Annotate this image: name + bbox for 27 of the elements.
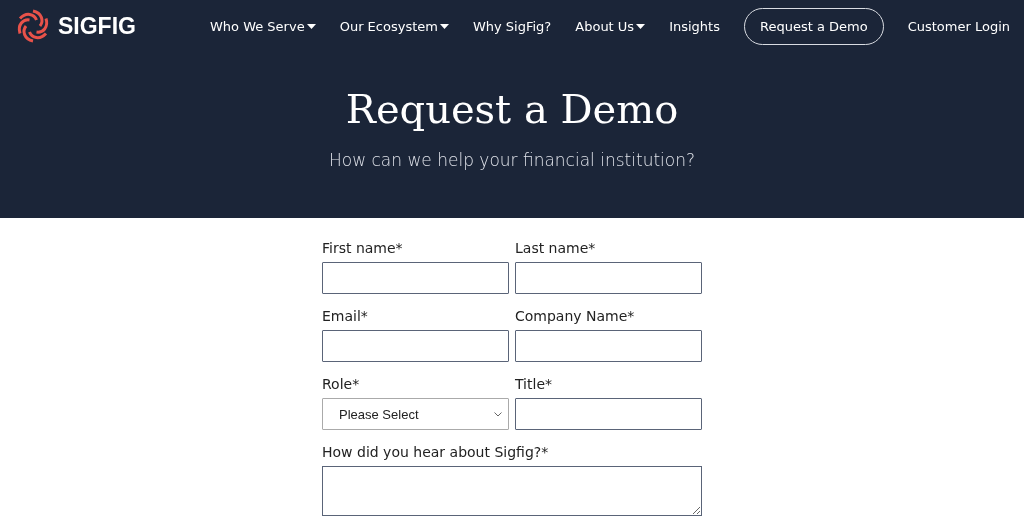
- field-label: Email*: [322, 308, 369, 324]
- field-label: Role*: [322, 376, 361, 392]
- page-title: Request a Demo: [345, 86, 679, 132]
- page-subtitle: How can we help your financial institution?: [328, 150, 695, 170]
- field-label: Last name*: [515, 240, 597, 256]
- caret-icon: [439, 23, 449, 29]
- nav-link[interactable]: Customer Login: [907, 18, 1010, 34]
- nav-link[interactable]: Why SigFig?: [472, 18, 552, 34]
- field-label: First name*: [322, 240, 404, 256]
- nav-menu[interactable]: Who We Serve: [209, 18, 316, 34]
- field-label: How did you hear about Sigfig?*: [322, 444, 550, 460]
- text-field[interactable]: [515, 330, 702, 362]
- text-field[interactable]: [322, 330, 509, 362]
- field-label: Company Name*: [515, 308, 636, 324]
- caret-icon: [306, 23, 316, 29]
- nav-menu[interactable]: About Us: [575, 18, 646, 34]
- chevron-icon: [494, 411, 502, 417]
- field-label: Title*: [515, 376, 553, 392]
- text-field[interactable]: [322, 262, 509, 294]
- text-area[interactable]: [322, 466, 702, 516]
- nav-menu[interactable]: Our Ecosystem: [339, 18, 449, 34]
- logo-text[interactable]: SIGFIG: [58, 12, 136, 40]
- text-field[interactable]: [515, 262, 702, 294]
- role-dropdown[interactable]: Please Select: [322, 398, 509, 430]
- caret-icon: [636, 23, 646, 29]
- nav-link[interactable]: Insights: [669, 18, 720, 34]
- text-field[interactable]: [515, 398, 702, 430]
